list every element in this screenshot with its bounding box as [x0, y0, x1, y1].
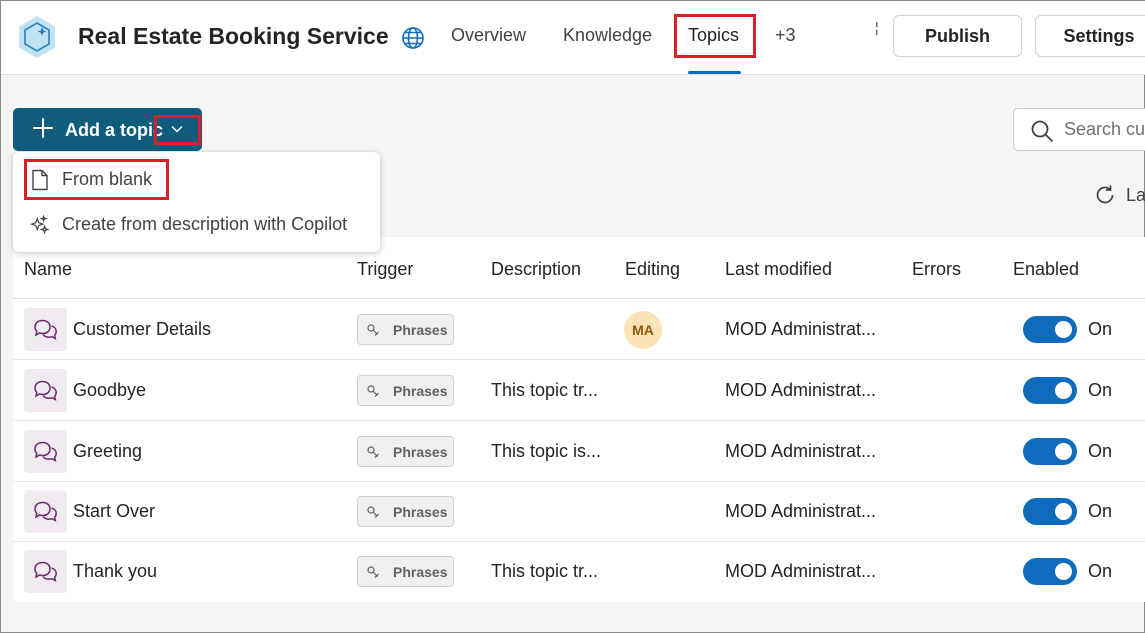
- top-bar: Real Estate Booking Service Overview Kno…: [1, 1, 1145, 75]
- column-header-name[interactable]: Name: [24, 259, 72, 280]
- chat-bubbles-icon: [34, 319, 57, 340]
- phrases-icon: [367, 324, 379, 336]
- table-row[interactable]: Start Over Phrases MOD Administrat... On: [13, 481, 1145, 542]
- add-topic-menu: From blank Create from description with …: [13, 152, 380, 252]
- enabled-toggle[interactable]: [1023, 498, 1077, 525]
- refresh-label[interactable]: La: [1126, 185, 1145, 206]
- table-row[interactable]: Goodbye Phrases This topic tr... MOD Adm…: [13, 360, 1145, 421]
- add-topic-label: Add a topic: [65, 120, 163, 140]
- plus-icon: [33, 118, 53, 138]
- enabled-toggle[interactable]: [1023, 558, 1077, 585]
- tab-topics[interactable]: Topics: [688, 25, 739, 46]
- sparkle-icon: [30, 214, 50, 235]
- topic-icon: [24, 369, 67, 412]
- last-modified: MOD Administrat...: [725, 441, 877, 461]
- last-modified: MOD Administrat...: [725, 501, 877, 521]
- tab-overview[interactable]: Overview: [451, 25, 526, 46]
- chat-bubbles-icon: [34, 441, 57, 462]
- column-header-last-modified[interactable]: Last modified: [725, 259, 832, 280]
- trigger-chip: Phrases: [357, 375, 454, 406]
- add-topic-button[interactable]: Add a topic: [13, 108, 202, 151]
- enabled-toggle[interactable]: [1023, 316, 1077, 343]
- chat-bubbles-icon: [34, 380, 57, 401]
- topic-name[interactable]: Thank you: [73, 561, 157, 582]
- menu-item-from-blank[interactable]: From blank: [13, 157, 380, 201]
- search-input[interactable]: [1064, 119, 1145, 140]
- table-row[interactable]: Thank you Phrases This topic tr... MOD A…: [13, 541, 1145, 602]
- enabled-label: On: [1088, 501, 1113, 521]
- search-box[interactable]: [1013, 108, 1145, 151]
- phrases-icon: [367, 566, 379, 578]
- table-row[interactable]: Customer Details Phrases MA MOD Administ…: [13, 299, 1145, 360]
- document-icon: [32, 169, 48, 191]
- enabled-label: On: [1088, 319, 1113, 339]
- topic-icon: [24, 430, 67, 473]
- editing-avatar[interactable]: MA: [624, 311, 662, 349]
- trigger-chip: Phrases: [357, 496, 454, 527]
- app-title: Real Estate Booking Service: [78, 23, 389, 49]
- last-modified: MOD Administrat...: [725, 380, 877, 400]
- column-header-trigger[interactable]: Trigger: [357, 259, 413, 280]
- phrases-icon: [367, 385, 379, 397]
- trigger-label: Phrases: [393, 322, 448, 338]
- trigger-chip: Phrases: [357, 314, 454, 345]
- settings-button[interactable]: Settings: [1035, 15, 1145, 57]
- topic-name[interactable]: Start Over: [73, 501, 155, 522]
- tab-more[interactable]: +3: [775, 25, 796, 46]
- topic-description: This topic is...: [491, 441, 602, 461]
- topic-description: This topic tr...: [491, 380, 599, 400]
- chat-bubbles-icon: [34, 501, 57, 522]
- publish-button[interactable]: Publish: [893, 15, 1022, 57]
- header-separator: ¦: [875, 19, 879, 35]
- trigger-label: Phrases: [393, 383, 448, 399]
- table-row[interactable]: Greeting Phrases This topic is... MOD Ad…: [13, 421, 1145, 482]
- refresh-icon[interactable]: [1094, 184, 1116, 206]
- last-modified: MOD Administrat...: [725, 319, 877, 339]
- trigger-label: Phrases: [393, 444, 448, 460]
- column-header-editing[interactable]: Editing: [625, 259, 680, 280]
- topic-icon: [24, 490, 67, 533]
- column-header-enabled[interactable]: Enabled: [1013, 259, 1079, 280]
- last-modified: MOD Administrat...: [725, 561, 877, 581]
- topic-icon: [24, 550, 67, 593]
- active-tab-indicator: [688, 71, 741, 74]
- phrases-icon: [367, 446, 379, 458]
- enabled-label: On: [1088, 380, 1113, 400]
- topic-icon: [24, 308, 67, 351]
- topic-description: This topic tr...: [491, 561, 599, 581]
- trigger-chip: Phrases: [357, 556, 454, 587]
- tab-knowledge[interactable]: Knowledge: [563, 25, 652, 46]
- chevron-down-icon[interactable]: [171, 125, 183, 133]
- topic-name[interactable]: Greeting: [73, 441, 142, 462]
- search-icon: [1031, 120, 1054, 143]
- trigger-chip: Phrases: [357, 436, 454, 467]
- topic-name[interactable]: Goodbye: [73, 380, 146, 401]
- column-header-errors[interactable]: Errors: [912, 259, 961, 280]
- column-header-description[interactable]: Description: [491, 259, 581, 280]
- globe-icon[interactable]: [401, 26, 425, 50]
- trigger-label: Phrases: [393, 504, 448, 520]
- enabled-toggle[interactable]: [1023, 377, 1077, 404]
- enabled-label: On: [1088, 441, 1113, 461]
- trigger-label: Phrases: [393, 564, 448, 580]
- menu-item-create-with-copilot[interactable]: Create from description with Copilot: [13, 202, 380, 246]
- phrases-icon: [367, 506, 379, 518]
- topic-name[interactable]: Customer Details: [73, 319, 211, 340]
- menu-item-label: Create from description with Copilot: [62, 214, 348, 234]
- chat-bubbles-icon: [34, 561, 57, 582]
- enabled-label: On: [1088, 561, 1113, 581]
- menu-item-label: From blank: [62, 169, 153, 189]
- copilot-agent-logo-icon: [19, 16, 55, 58]
- enabled-toggle[interactable]: [1023, 438, 1077, 465]
